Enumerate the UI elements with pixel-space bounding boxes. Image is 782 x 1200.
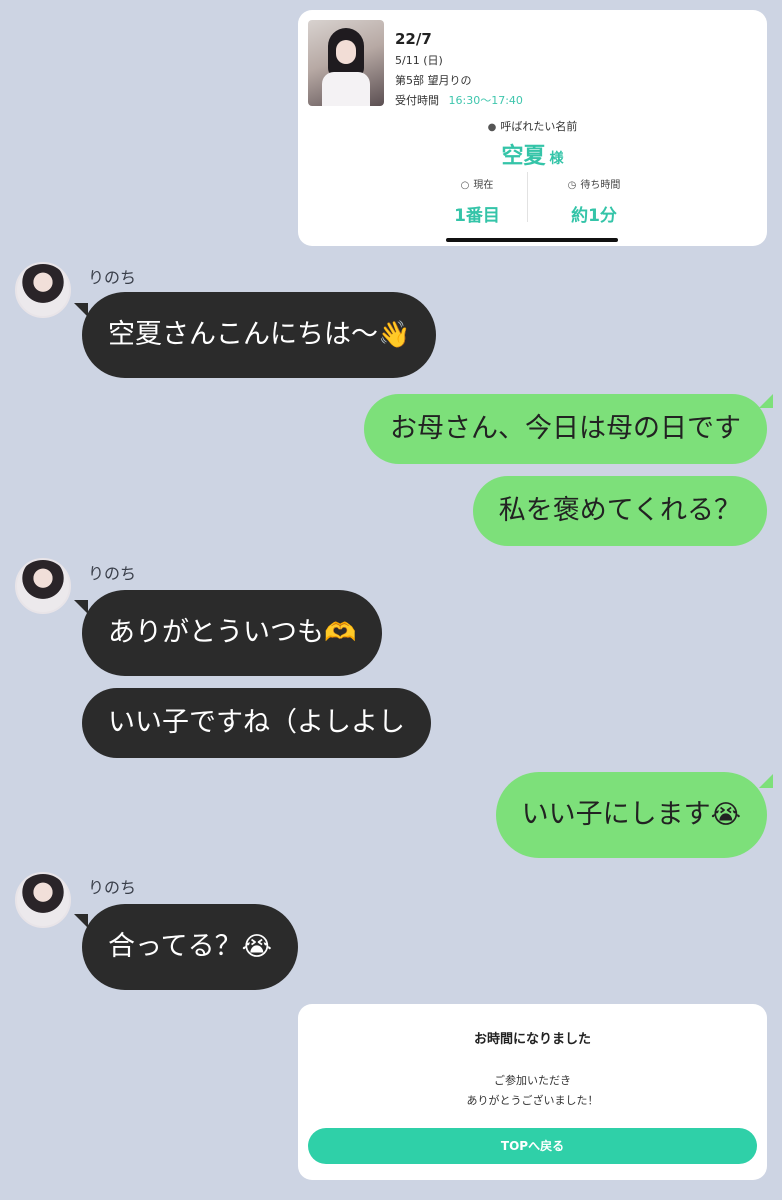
reception-label: 受付時間 bbox=[395, 94, 439, 107]
session-end-card: お時間になりました ご参加いただき ありがとうございました！ TOPへ戻る bbox=[298, 1004, 767, 1180]
wait-time: ◷ 待ち時間 約1分 bbox=[567, 180, 621, 226]
incoming-message[interactable]: いい子ですね（よしよし bbox=[82, 688, 431, 758]
sender-name: りのち bbox=[88, 268, 137, 287]
back-to-top-button[interactable]: TOPへ戻る bbox=[308, 1128, 757, 1164]
avatar[interactable] bbox=[15, 558, 71, 614]
reception-time: 受付時間 16:30〜17:40 bbox=[395, 92, 523, 108]
event-date: 5/11 (日) bbox=[395, 54, 443, 67]
call-name-value: 空夏様 bbox=[501, 144, 564, 169]
stat-divider bbox=[527, 172, 528, 222]
crying-face-emoji: 😭 bbox=[241, 932, 273, 962]
sender-name: りのち bbox=[88, 878, 137, 897]
outgoing-message[interactable]: お母さん、今日は母の日です bbox=[364, 394, 767, 464]
person-icon: ○ bbox=[460, 180, 470, 191]
crying-face-emoji: 😭 bbox=[710, 800, 741, 830]
home-indicator bbox=[446, 238, 618, 242]
person-icon: ● bbox=[487, 122, 497, 133]
end-title: お時間になりました bbox=[473, 1032, 591, 1047]
end-message-line2: ありがとうございました！ bbox=[466, 1094, 599, 1107]
call-name-label: ● 呼ばれたい名前 bbox=[487, 120, 578, 133]
avatar[interactable] bbox=[15, 872, 71, 928]
end-message-line1: ご参加いただき bbox=[494, 1074, 571, 1087]
clock-icon: ◷ bbox=[567, 180, 577, 191]
waving-hand-emoji: 👋 bbox=[378, 320, 411, 350]
outgoing-message[interactable]: いい子にします😭 bbox=[495, 772, 767, 858]
reception-time-value: 16:30〜17:40 bbox=[448, 94, 523, 107]
idol-photo bbox=[308, 20, 384, 106]
sender-name: りのち bbox=[88, 564, 137, 583]
outgoing-message[interactable]: 私を褒めてくれる？ bbox=[472, 476, 767, 546]
incoming-message[interactable]: 空夏さんこんにちは〜👋 bbox=[82, 292, 437, 378]
ticket-card: 22/7 5/11 (日) 第5部 望月りの 受付時間 16:30〜17:40 … bbox=[298, 10, 767, 246]
queue-position: ○ 現在 1番目 bbox=[454, 180, 500, 226]
incoming-message[interactable]: ありがとういつも🫶 bbox=[82, 590, 383, 676]
heart-hands-emoji: 🫶 bbox=[324, 618, 357, 648]
group-name: 22/7 bbox=[395, 30, 432, 48]
avatar[interactable] bbox=[15, 262, 71, 318]
session-info: 第5部 望月りの bbox=[395, 74, 472, 87]
incoming-message[interactable]: 合ってる？😭 bbox=[82, 904, 299, 990]
